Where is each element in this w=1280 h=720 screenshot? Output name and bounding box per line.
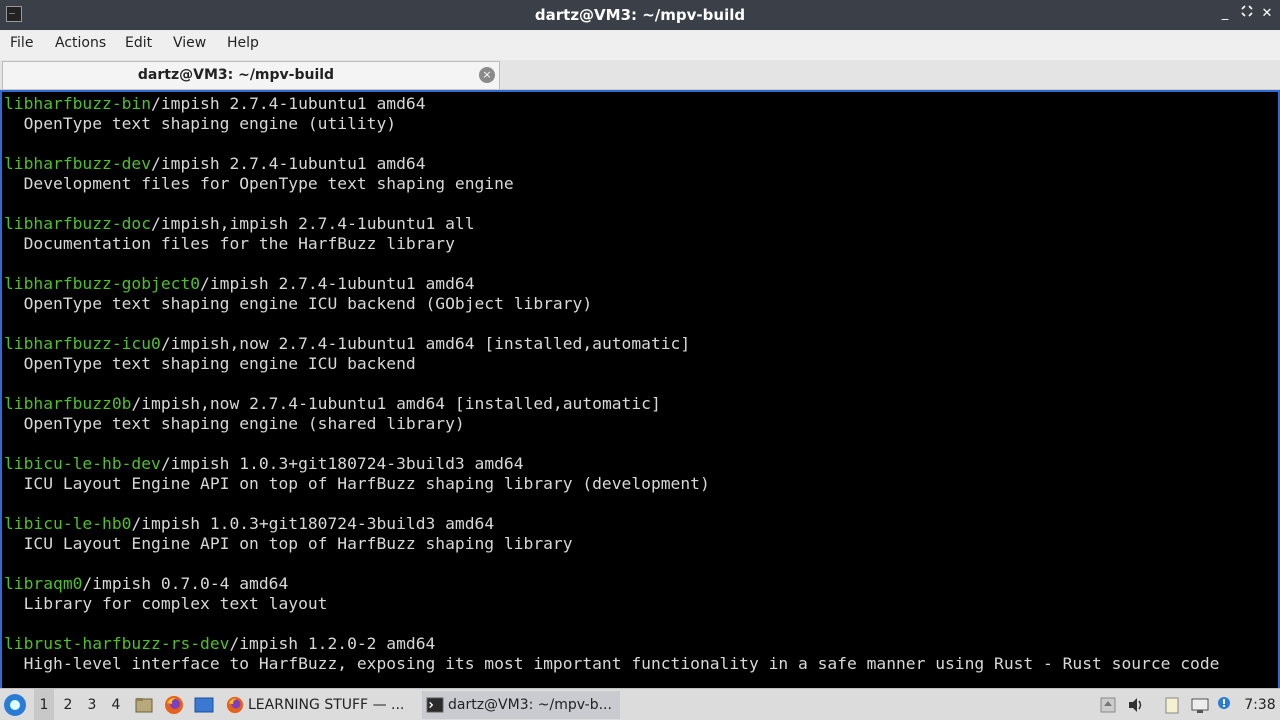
workspace-4[interactable]: 4: [106, 689, 126, 720]
tab-label: dartz@VM3: ~/mpv-build: [137, 67, 335, 83]
terminal-icon: [426, 696, 444, 714]
volume-icon[interactable]: [1126, 695, 1146, 715]
window-title: dartz@VM3: ~/mpv-build: [534, 6, 746, 24]
terminal-line: libharfbuzz0b/impish,now 2.7.4-1ubuntu1 …: [4, 394, 1278, 414]
terminal-line: libharfbuzz-icu0/impish,now 2.7.4-1ubunt…: [4, 334, 1278, 354]
terminal-line: libicu-le-hb-dev/impish 1.0.3+git180724-…: [4, 454, 1278, 474]
terminal-line: OpenType text shaping engine ICU backend: [4, 354, 1278, 374]
package-name: libicu-le-hb-dev: [4, 454, 161, 473]
clipboard-icon[interactable]: [1162, 695, 1182, 715]
package-name: librust-harfbuzz-rs-dev: [4, 634, 230, 653]
menu-edit[interactable]: Edit: [125, 35, 152, 51]
terminal-line: libicu-le-hb0/impish 1.0.3+git180724-3bu…: [4, 514, 1278, 534]
line-text: High-level interface to HarfBuzz, exposi…: [4, 654, 1220, 673]
terminal-line: OpenType text shaping engine (shared lib…: [4, 414, 1278, 434]
line-text: Documentation files for the HarfBuzz lib…: [4, 234, 455, 253]
menu-help[interactable]: Help: [227, 35, 259, 51]
package-name: libraqm0: [4, 574, 83, 593]
terminal-line: OpenType text shaping engine ICU backend…: [4, 294, 1278, 314]
terminal-line: OpenType text shaping engine (utility): [4, 114, 1278, 134]
tray-updates-icon[interactable]: [1098, 695, 1118, 715]
window-titlebar[interactable]: dartz@VM3: ~/mpv-build _ ✕: [0, 0, 1280, 30]
line-text: Development files for OpenType text shap…: [4, 174, 514, 193]
line-text: /impish 1.0.3+git180724-3build3 amd64: [160, 454, 524, 473]
network-icon[interactable]: [1190, 695, 1210, 715]
minimize-icon[interactable]: _: [1216, 5, 1234, 23]
terminal-line: Development files for OpenType text shap…: [4, 174, 1278, 194]
package-name: libharfbuzz-doc: [4, 214, 152, 233]
notification-icon[interactable]: [1214, 695, 1234, 715]
terminal-line: High-level interface to HarfBuzz, exposi…: [4, 654, 1278, 674]
package-name: libharfbuzz0b: [4, 394, 132, 413]
start-menu-icon[interactable]: [4, 694, 26, 716]
terminal-line: Library for complex text layout: [4, 594, 1278, 614]
line-text: /impish 0.7.0-4 amd64: [82, 574, 289, 593]
line-text: /impish 2.7.4-1ubuntu1 amd64: [151, 154, 426, 173]
tab-bar: dartz@VM3: ~/mpv-build ×: [0, 60, 1280, 90]
terminal-output[interactable]: libharfbuzz-bin/impish 2.7.4-1ubuntu1 am…: [0, 90, 1280, 688]
line-text: /impish,now 2.7.4-1ubuntu1 amd64 [instal…: [131, 394, 661, 413]
menu-file[interactable]: File: [10, 35, 33, 51]
workspace-2[interactable]: 2: [58, 689, 78, 720]
clock[interactable]: 7:38: [1240, 689, 1280, 720]
terminal-line: libraqm0/impish 0.7.0-4 amd64: [4, 574, 1278, 594]
package-name: libharfbuzz-dev: [4, 154, 152, 173]
line-text: /impish 1.0.3+git180724-3build3 amd64: [131, 514, 495, 533]
terminal-line: libharfbuzz-doc/impish,impish 2.7.4-1ubu…: [4, 214, 1278, 234]
package-name: libicu-le-hb0: [4, 514, 132, 533]
task-terminal[interactable]: dartz@VM3: ~/mpv-b...: [422, 691, 620, 719]
menubar: File Actions Edit View Help: [0, 30, 1280, 60]
line-text: /impish 2.7.4-1ubuntu1 amd64: [151, 94, 426, 113]
terminal-line: libharfbuzz-dev/impish 2.7.4-1ubuntu1 am…: [4, 154, 1278, 174]
line-text: Library for complex text layout: [4, 594, 328, 613]
workspace-3[interactable]: 3: [82, 689, 102, 720]
workspace-1[interactable]: 1: [34, 689, 54, 720]
firefox-icon[interactable]: [164, 695, 184, 715]
line-text: OpenType text shaping engine ICU backend…: [4, 294, 593, 313]
package-name: libharfbuzz-icu0: [4, 334, 161, 353]
task-firefox[interactable]: LEARNING STUFF — ...: [222, 691, 416, 719]
line-text: /impish,impish 2.7.4-1ubuntu1 all: [151, 214, 475, 233]
package-name: libharfbuzz-gobject0: [4, 274, 201, 293]
close-icon[interactable]: ✕: [1258, 5, 1276, 23]
terminal-line: libharfbuzz-bin/impish 2.7.4-1ubuntu1 am…: [4, 94, 1278, 114]
task-label: LEARNING STUFF — ...: [248, 697, 405, 713]
package-name: libharfbuzz-bin: [4, 94, 152, 113]
line-text: OpenType text shaping engine (utility): [4, 114, 397, 133]
line-text: /impish 2.7.4-1ubuntu1 amd64: [200, 274, 475, 293]
line-text: /impish 1.2.0-2 amd64: [229, 634, 436, 653]
menu-actions[interactable]: Actions: [55, 35, 106, 51]
terminal-line: librust-harfbuzz-rs-dev/impish 1.2.0-2 a…: [4, 634, 1278, 654]
maximize-icon[interactable]: [1238, 5, 1256, 23]
line-text: /impish,now 2.7.4-1ubuntu1 amd64 [instal…: [160, 334, 691, 353]
file-manager-icon[interactable]: [134, 695, 154, 715]
firefox-icon: [226, 696, 244, 714]
line-text: OpenType text shaping engine ICU backend: [4, 354, 416, 373]
line-text: ICU Layout Engine API on top of HarfBuzz…: [4, 534, 573, 553]
terminal-line: Documentation files for the HarfBuzz lib…: [4, 234, 1278, 254]
terminal-line: ICU Layout Engine API on top of HarfBuzz…: [4, 474, 1278, 494]
task-label: dartz@VM3: ~/mpv-b...: [448, 697, 612, 713]
terminal-line: libharfbuzz-gobject0/impish 2.7.4-1ubunt…: [4, 274, 1278, 294]
line-text: ICU Layout Engine API on top of HarfBuzz…: [4, 474, 710, 493]
line-text: OpenType text shaping engine (shared lib…: [4, 414, 465, 433]
tab-terminal[interactable]: dartz@VM3: ~/mpv-build ×: [2, 61, 500, 89]
terminal-line: ICU Layout Engine API on top of HarfBuzz…: [4, 534, 1278, 554]
tab-close-icon[interactable]: ×: [479, 67, 495, 83]
menu-view[interactable]: View: [173, 35, 206, 51]
desktop-icon[interactable]: [194, 695, 214, 715]
taskbar: 1 2 3 4 LEARNING STUFF — ... dartz@VM3: …: [0, 688, 1280, 720]
